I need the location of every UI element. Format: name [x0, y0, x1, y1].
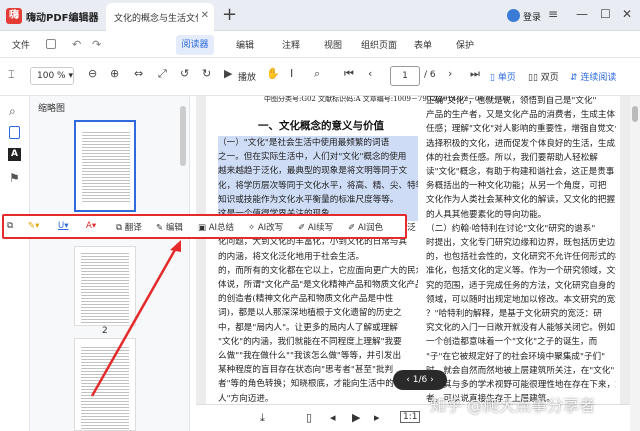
watermark: 知乎 @爬大点事分享者 — [430, 396, 596, 415]
page-indicator[interactable]: ‹ 1/6 › — [393, 370, 447, 390]
page-indicator-text: 1/6 — [412, 375, 428, 385]
actual-size-icon[interactable]: 1:1 — [400, 411, 421, 423]
prev-page-icon[interactable]: ◂ — [330, 411, 336, 424]
play-slideshow-icon[interactable]: ▶ — [352, 411, 360, 424]
arrow-shaft — [90, 247, 178, 397]
arrow-head — [170, 240, 181, 252]
single-view-icon[interactable]: ▯ — [306, 411, 312, 424]
next-page-icon[interactable]: ▸ — [374, 411, 380, 424]
fit-icon[interactable]: ⤓ — [260, 411, 265, 425]
red-arrow-annotation — [90, 240, 181, 397]
